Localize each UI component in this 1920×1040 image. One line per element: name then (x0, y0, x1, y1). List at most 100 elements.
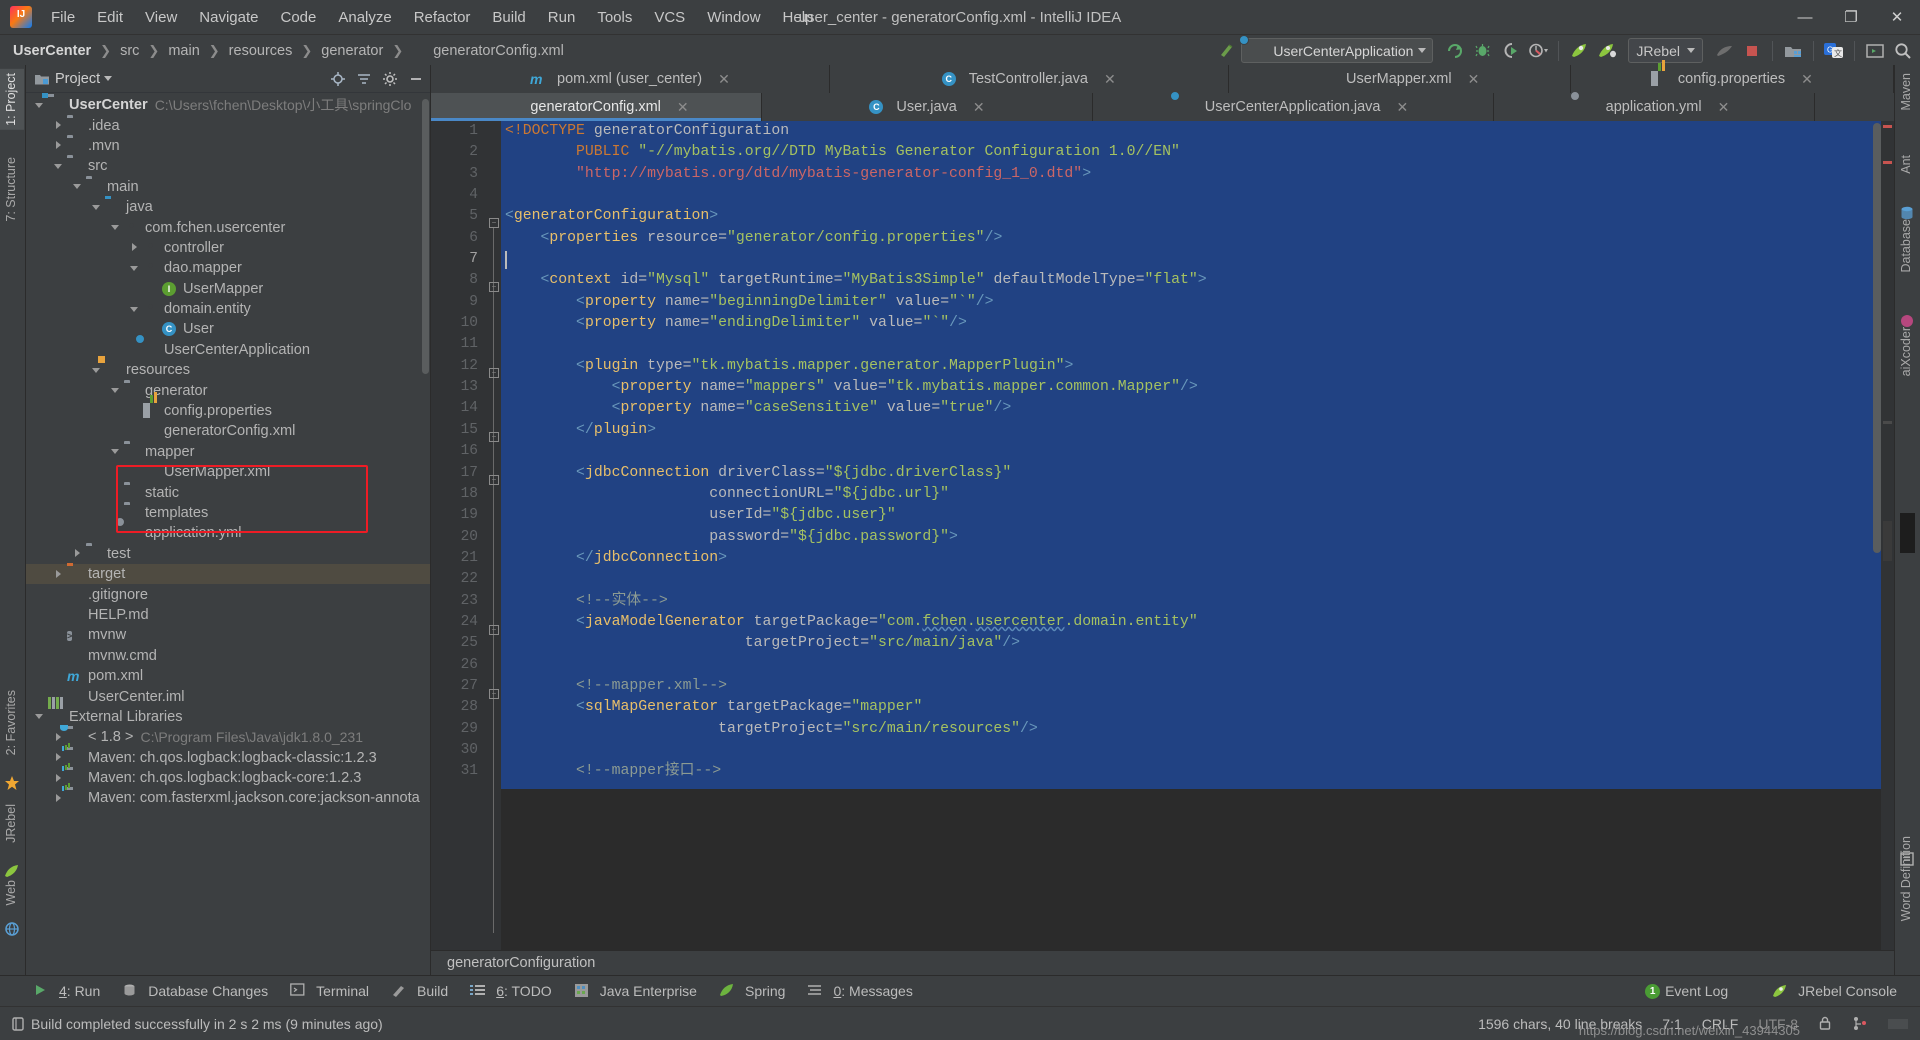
fold-marker[interactable]: − (489, 625, 499, 635)
tree-node[interactable]: I UserMapper (26, 279, 430, 299)
code-line[interactable]: <!DOCTYPE generatorConfiguration (501, 121, 1894, 142)
tool-window-button[interactable]: Build (380, 980, 459, 1002)
code-line[interactable]: <property name="mappers" value="tk.mybat… (501, 377, 1894, 398)
tree-node[interactable]: dao.mapper (26, 258, 430, 278)
tree-node[interactable]: generator (26, 380, 430, 400)
tree-node[interactable]: src (26, 156, 430, 176)
menu-window[interactable]: Window (696, 5, 771, 30)
menu-run[interactable]: Run (537, 5, 587, 30)
breadcrumb-item-main[interactable]: main (165, 42, 202, 60)
tool-tab-ant[interactable]: Ant (1894, 151, 1919, 178)
code-line[interactable] (501, 249, 1894, 270)
code-line[interactable]: password="${jdbc.password}"> (501, 527, 1894, 548)
stripe-mark[interactable] (1883, 521, 1892, 561)
code-line[interactable]: <sqlMapGenerator targetPackage="mapper" (501, 697, 1894, 718)
close-icon[interactable]: ✕ (1396, 99, 1408, 116)
locate-icon[interactable] (330, 71, 346, 87)
breadcrumb-item-project[interactable]: UserCenter (10, 42, 94, 60)
gear-icon[interactable] (382, 71, 398, 87)
tree-expander[interactable] (110, 222, 121, 233)
tree-node[interactable]: HELP.md (26, 605, 430, 625)
code-line[interactable] (501, 334, 1894, 355)
stripe-error-mark[interactable] (1883, 125, 1892, 128)
tree-node[interactable]: UserCenterApplication (26, 340, 430, 360)
editor-tab[interactable]: C User.java ✕ (762, 93, 1093, 121)
lock-icon[interactable] (1818, 1016, 1832, 1031)
editor-tab[interactable]: application.yml ✕ (1494, 93, 1815, 121)
tree-expander[interactable] (110, 446, 121, 457)
tree-expander[interactable] (53, 793, 64, 804)
code-line[interactable]: <jdbcConnection driverClass="${jdbc.driv… (501, 463, 1894, 484)
close-icon[interactable]: ✕ (718, 71, 730, 88)
code-line[interactable]: <!--mapper.xml--> (501, 676, 1894, 697)
git-branch-indicator[interactable] (1852, 1016, 1868, 1031)
tree-expander[interactable] (129, 304, 140, 315)
tool-tab-jrebel[interactable]: JRebel (0, 800, 24, 847)
menu-view[interactable]: View (134, 5, 188, 30)
tree-node[interactable]: resources (26, 360, 430, 380)
tree-node[interactable]: UserMapper.xml (26, 462, 430, 482)
editor-tab[interactable]: m pom.xml (user_center) ✕ (431, 65, 830, 93)
tree-expander[interactable] (34, 711, 45, 722)
menu-help[interactable]: Help (772, 5, 825, 30)
run-icon[interactable] (1441, 38, 1467, 64)
code-line[interactable]: <properties resource="generator/config.p… (501, 228, 1894, 249)
code-line[interactable]: <property name="endingDelimiter" value="… (501, 313, 1894, 334)
tool-window-button[interactable]: 6: TODO (459, 980, 563, 1002)
stripe-mark[interactable] (1883, 421, 1892, 424)
code-line[interactable] (501, 740, 1894, 761)
tree-node[interactable]: .idea (26, 115, 430, 135)
menu-build[interactable]: Build (481, 5, 536, 30)
code-line[interactable]: "http://mybatis.org/dtd/mybatis-generato… (501, 164, 1894, 185)
hide-icon[interactable] (408, 71, 424, 87)
fold-marker[interactable]: − (489, 475, 499, 485)
code-line[interactable]: <plugin type="tk.mybatis.mapper.generato… (501, 356, 1894, 377)
tool-window-button[interactable]: Spring (708, 980, 796, 1002)
maximize-button[interactable]: ❐ (1828, 0, 1874, 34)
run-coverage-icon[interactable] (1497, 38, 1523, 64)
code-line[interactable]: PUBLIC "-//mybatis.org//DTD MyBatis Gene… (501, 142, 1894, 163)
code-line[interactable] (501, 655, 1894, 676)
fold-marker[interactable]: − (489, 218, 499, 228)
terminal-icon[interactable] (1862, 38, 1888, 64)
jrebel-debug-icon[interactable] (1594, 38, 1620, 64)
close-icon[interactable]: ✕ (1104, 71, 1116, 88)
attach-icon[interactable] (1711, 38, 1737, 64)
tool-window-button[interactable]: Java Enterprise (563, 980, 708, 1002)
code-line[interactable]: <property name="beginningDelimiter" valu… (501, 292, 1894, 313)
debug-icon[interactable] (1469, 38, 1495, 64)
code-line[interactable]: <javaModelGenerator targetPackage="com.f… (501, 612, 1894, 633)
code-line[interactable] (501, 185, 1894, 206)
editor-tab[interactable]: C TestController.java ✕ (829, 65, 1229, 93)
code-line[interactable]: <property name="caseSensitive" value="tr… (501, 398, 1894, 419)
breadcrumb-item-generator[interactable]: generator (318, 42, 386, 60)
memory-indicator[interactable] (1888, 1017, 1908, 1031)
tree-node[interactable]: External Libraries (26, 707, 430, 727)
tree-node[interactable]: static (26, 482, 430, 502)
jrebel-selector[interactable]: JRebel (1628, 38, 1703, 63)
code-line[interactable]: userId="${jdbc.user}" (501, 505, 1894, 526)
tree-node[interactable]: mapper (26, 442, 430, 462)
event-log-button[interactable]: 1 Event Log (1634, 980, 1739, 1002)
tree-expander[interactable] (53, 120, 64, 131)
project-structure-icon[interactable] (1780, 38, 1806, 64)
tree-node[interactable]: .gitignore (26, 584, 430, 604)
tree-node[interactable]: < 1.8 > C:\Program Files\Java\jdk1.8.0_23… (26, 727, 430, 747)
search-everywhere-icon[interactable] (1890, 38, 1916, 64)
editor-breadcrumb[interactable]: generatorConfiguration (431, 950, 1894, 975)
tree-node[interactable]: Maven: com.fasterxml.jackson.core:jackso… (26, 788, 430, 808)
tree-node[interactable]: application.yml (26, 523, 430, 543)
close-icon[interactable]: ✕ (973, 99, 985, 116)
breadcrumb-item-file[interactable]: generatorConfig.xml (430, 42, 567, 60)
code-line[interactable]: </plugin> (501, 420, 1894, 441)
menu-code[interactable]: Code (269, 5, 327, 30)
tree-expander[interactable] (91, 365, 102, 376)
tree-expander[interactable] (53, 140, 64, 151)
tree-expander[interactable] (91, 202, 102, 213)
editor-tab[interactable]: UserMapper.xml ✕ (1228, 65, 1571, 93)
tool-tab-structure[interactable]: 7: Structure (0, 153, 24, 226)
fold-marker[interactable]: − (489, 689, 499, 699)
tree-node[interactable]: java (26, 197, 430, 217)
code-line[interactable]: <context id="Mysql" targetRuntime="MyBat… (501, 270, 1894, 291)
breadcrumb-item-resources[interactable]: resources (226, 42, 296, 60)
